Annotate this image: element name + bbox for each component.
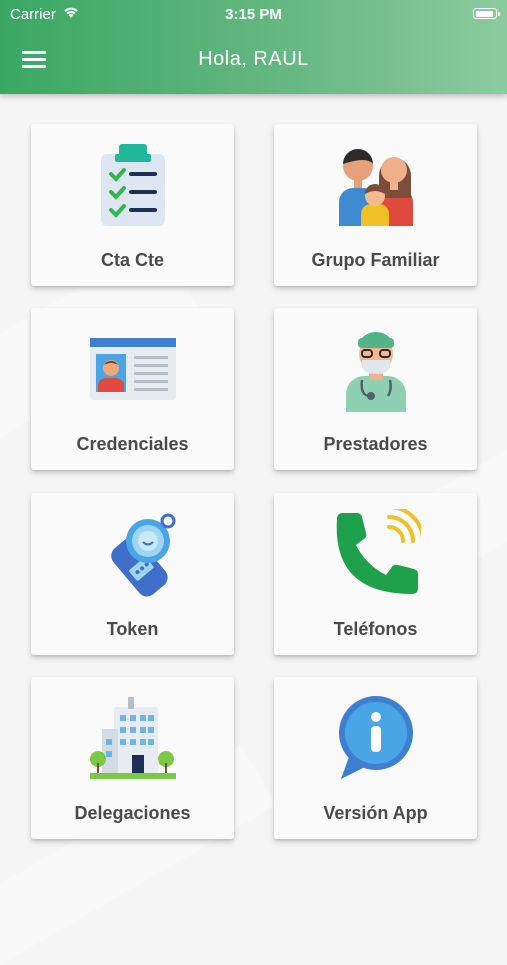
battery-icon <box>473 8 500 19</box>
greeting-title: Hola, RAUL <box>198 48 309 70</box>
menu-card-label: Prestadores <box>323 434 428 454</box>
building-icon <box>89 697 176 779</box>
menu-card-grupo-familiar[interactable]: Grupo Familiar <box>274 124 477 286</box>
clipboard-checklist-icon <box>100 144 165 226</box>
clock: 3:15 PM <box>225 6 282 23</box>
status-bar: Carrier 3:15 PM <box>0 0 507 28</box>
menu-card-label: Credenciales <box>76 434 189 454</box>
menu-card-label: Cta Cte <box>100 250 164 270</box>
menu-card-label: Grupo Familiar <box>311 250 440 270</box>
id-card-icon <box>89 338 176 400</box>
menu-card-version-app[interactable]: Versión App <box>274 677 477 839</box>
doctor-icon <box>345 332 406 412</box>
family-icon <box>338 149 413 226</box>
phone-icon <box>336 509 421 594</box>
menu-card-label: Delegaciones <box>74 803 191 823</box>
menu-card-label: Versión App <box>323 803 428 823</box>
menu-card-prestadores[interactable]: Prestadores <box>274 308 477 470</box>
menu-card-label: Teléfonos <box>333 619 418 639</box>
menu-card-token[interactable]: Token <box>31 493 234 655</box>
app-header: Carrier 3:15 PM Hola, RAUL <box>0 0 507 94</box>
menu-card-cta-cte[interactable]: Cta Cte <box>31 124 234 286</box>
token-device-icon <box>110 513 175 597</box>
menu-card-telefonos[interactable]: Teléfonos <box>274 493 477 655</box>
menu-card-delegaciones[interactable]: Delegaciones <box>31 677 234 839</box>
menu-card-credenciales[interactable]: Credenciales <box>31 308 234 470</box>
menu-card-label: Token <box>106 619 159 639</box>
info-bubble-icon <box>338 696 413 779</box>
